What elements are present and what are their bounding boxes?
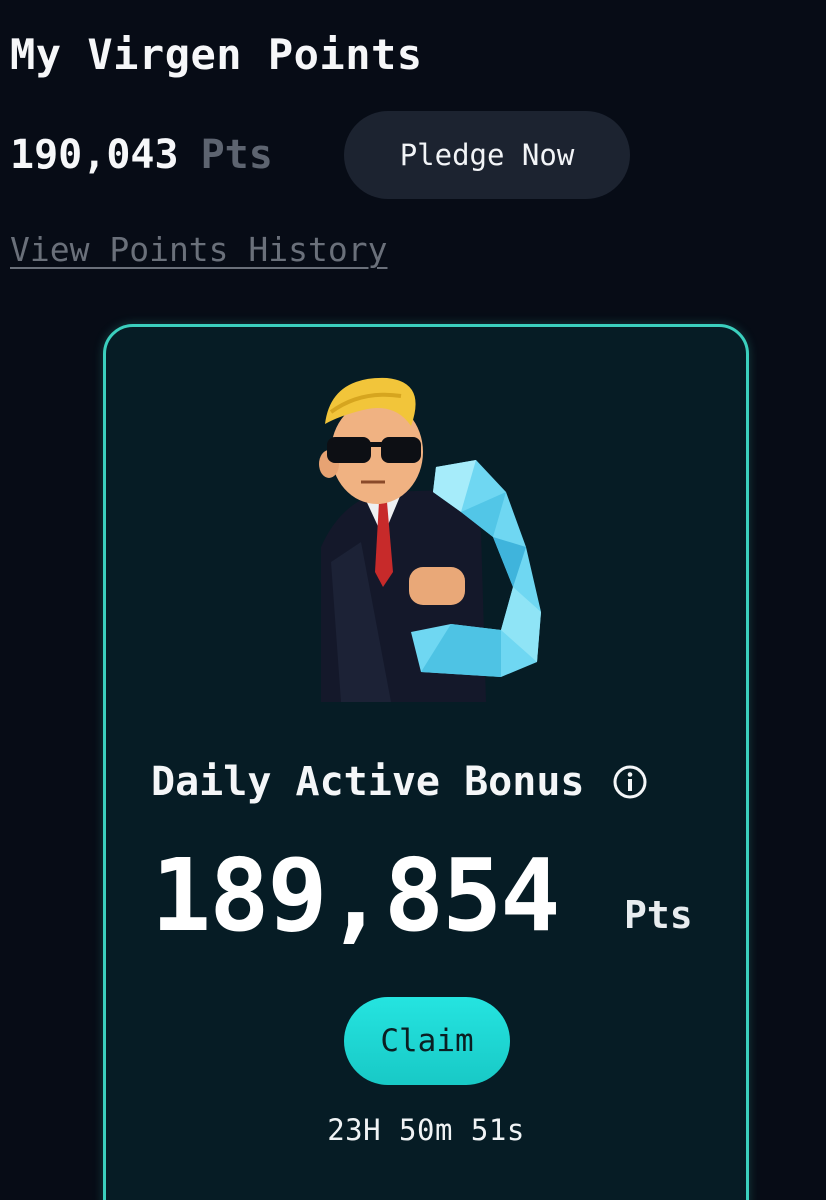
info-icon[interactable] xyxy=(612,764,648,800)
muscle-mascot-icon xyxy=(319,377,541,702)
pledge-now-button[interactable]: Pledge Now xyxy=(344,111,630,199)
view-points-history-link[interactable]: View Points History xyxy=(10,230,388,269)
bonus-unit: Pts xyxy=(624,893,693,937)
claim-countdown-timer: 23H 50m 51s xyxy=(327,1113,525,1147)
points-balance-unit: Pts xyxy=(200,132,273,178)
daily-bonus-card: Daily Active Bonus 189,854 Pts Claim 23H… xyxy=(103,324,749,1200)
bonus-amount: 189,854 xyxy=(151,837,560,954)
page-title: My Virgen Points xyxy=(10,30,423,79)
points-balance: 190,043 Pts xyxy=(10,110,273,200)
claim-button[interactable]: Claim xyxy=(344,997,510,1085)
bonus-title-row: Daily Active Bonus xyxy=(151,759,648,805)
bonus-title: Daily Active Bonus xyxy=(151,759,585,805)
points-balance-value: 190,043 xyxy=(10,132,179,178)
